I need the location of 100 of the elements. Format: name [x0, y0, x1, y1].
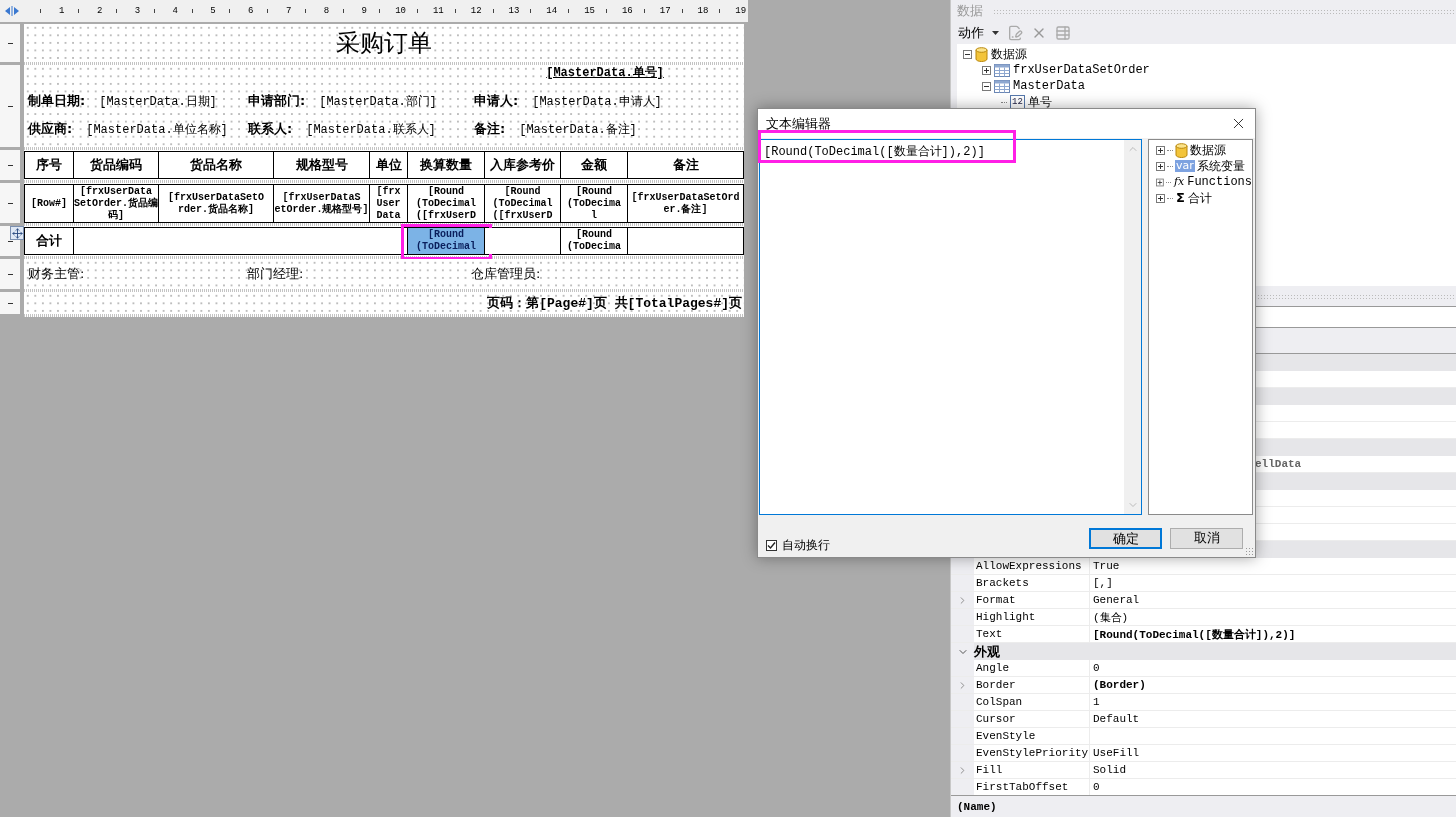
- row-header[interactable]: [951, 745, 974, 761]
- report-band[interactable]: [MasterData.单号] 制单日期: [MasterData.日期] 申请部门: [MasterData.部门] 申请人: [MasterData.申请人] 供应商: [MasterData.单位名称] 联系人: [MasterData.联系人] 备注: [MasterData.备注]: [24, 65, 744, 147]
- expand-icon[interactable]: [1156, 193, 1165, 203]
- ruler-segment: [0, 183, 20, 223]
- description-title: (Name): [957, 800, 997, 813]
- property-value[interactable]: Default: [1090, 711, 1140, 727]
- move-handle-icon[interactable]: [10, 226, 24, 240]
- report-band[interactable]: [24, 183, 744, 223]
- caret-icon[interactable]: [992, 31, 999, 35]
- table-icon: [994, 79, 1010, 93]
- property-value[interactable]: 0: [1090, 779, 1100, 795]
- property-value[interactable]: 1: [1090, 694, 1100, 710]
- table-cell: [frxUserDataSetOrd er.备注]: [628, 185, 743, 222]
- property-value[interactable]: Solid: [1090, 762, 1126, 778]
- report-band[interactable]: 财务主管: 部门经理: 仓库管理员:: [24, 259, 744, 289]
- nav-arrows-icon[interactable]: [4, 6, 20, 16]
- tree-item[interactable]: MasterData: [1013, 79, 1085, 93]
- resize-grip-icon[interactable]: [1245, 547, 1253, 555]
- table-icon[interactable]: [1055, 25, 1071, 41]
- signature-label: 仓库管理员:: [470, 265, 541, 283]
- row-header[interactable]: [951, 779, 974, 795]
- field-label: 申请人:: [474, 92, 519, 110]
- collapse-icon[interactable]: [963, 49, 972, 59]
- category-row[interactable]: 外观: [951, 643, 1456, 660]
- table-cell[interactable]: 合计: [25, 228, 73, 254]
- tree-item[interactable]: 单号: [1027, 93, 1052, 111]
- tree-item[interactable]: 合计: [1187, 189, 1212, 207]
- row-header[interactable]: [951, 677, 974, 693]
- selected-cell[interactable]: [Round (ToDecimal: [408, 228, 484, 254]
- ruler-number: 12: [470, 6, 482, 16]
- property-value[interactable]: [,]: [1090, 575, 1113, 591]
- property-value[interactable]: True: [1090, 558, 1120, 574]
- dialog-button[interactable]: 确定: [1089, 527, 1162, 549]
- tree-item[interactable]: frxUserDataSetOrder: [1013, 63, 1150, 77]
- property-value[interactable]: (Border): [1090, 677, 1146, 693]
- field-label: 联系人:: [248, 120, 293, 138]
- property-name: Border: [974, 677, 1090, 693]
- row-header[interactable]: [951, 592, 974, 608]
- property-name: FirstTabOffset: [974, 779, 1090, 795]
- row-header[interactable]: [951, 711, 974, 727]
- expand-icon[interactable]: [1156, 161, 1165, 171]
- expand-icon[interactable]: [982, 65, 991, 75]
- row-header[interactable]: [951, 609, 974, 625]
- database-icon: [1175, 142, 1188, 158]
- edit-icon[interactable]: [1007, 25, 1023, 41]
- connector-line: [1167, 149, 1173, 151]
- dialog-button[interactable]: 取消: [1170, 527, 1243, 549]
- row-header[interactable]: [951, 575, 974, 591]
- collapse-icon[interactable]: [982, 81, 991, 91]
- panel-title: 数据: [957, 2, 983, 20]
- table-cell: [Round (ToDecimal ([frxUserD: [408, 185, 484, 222]
- ruler-segment: [0, 150, 20, 180]
- actions-menu[interactable]: 动作: [958, 24, 984, 42]
- row-header[interactable]: [951, 660, 974, 676]
- report-band[interactable]: 序号 货品编码 货品名称 规格型号 单位 换算数量 入库参考价 金额 备注: [24, 150, 744, 180]
- text-editor[interactable]: [Round(ToDecimal([数量合计]),2)]: [759, 139, 1142, 515]
- tree-item[interactable]: 数据源: [1190, 141, 1226, 159]
- row-header[interactable]: [951, 728, 974, 744]
- scrollbar[interactable]: [1124, 140, 1141, 514]
- ruler-number: 10: [395, 6, 406, 16]
- property-name: EvenStylePriority: [974, 745, 1090, 761]
- ruler-number: 5: [209, 6, 217, 16]
- table-cell: [frxUserDataSetO rder.货品名称]: [159, 185, 273, 222]
- property-value[interactable]: (集合): [1090, 609, 1129, 625]
- row-header[interactable]: [951, 694, 974, 710]
- tree-item[interactable]: Functions: [1187, 175, 1252, 189]
- property-value[interactable]: 0: [1090, 660, 1100, 676]
- column-header: 货品编码: [74, 152, 158, 178]
- table-cell[interactable]: [485, 228, 560, 254]
- table-cell[interactable]: [74, 228, 407, 254]
- checkbox[interactable]: [766, 539, 777, 551]
- expand-icon[interactable]: [1156, 177, 1164, 187]
- ruler-number: 14: [546, 6, 558, 16]
- tree-item[interactable]: 系统变量: [1196, 157, 1245, 175]
- ruler-number: 19: [735, 6, 747, 16]
- row-header[interactable]: [951, 643, 974, 660]
- row-header[interactable]: [951, 762, 974, 778]
- ruler-number: 13: [508, 6, 520, 16]
- report-band[interactable]: 采购订单: [24, 24, 744, 62]
- property-value[interactable]: [Round(ToDecimal([数量合计]),2)]: [1090, 626, 1296, 642]
- variable-icon: var: [1175, 160, 1195, 172]
- field-value: [MasterData.部门]: [319, 93, 437, 110]
- row-header[interactable]: [951, 626, 974, 642]
- row-header[interactable]: [951, 558, 974, 574]
- expand-icon[interactable]: [1156, 145, 1165, 155]
- ruler-segment: [0, 24, 20, 62]
- ruler-number: 1: [58, 6, 66, 16]
- report-band[interactable]: 合计 [Round (ToDecimal [Round (ToDecima: [24, 226, 744, 256]
- table-cell[interactable]: [628, 228, 743, 254]
- ruler-number: 9: [360, 6, 368, 16]
- connector-line: [1165, 181, 1171, 183]
- report-band[interactable]: 页码：第[Page#]页 共[TotalPages#]页: [24, 292, 744, 314]
- property-name: Text: [974, 626, 1090, 642]
- table-cell[interactable]: [Round (ToDecima: [561, 228, 627, 254]
- field-label: 备注:: [474, 120, 506, 138]
- property-value[interactable]: UseFill: [1090, 745, 1140, 761]
- table-cell: [frx User Data: [370, 185, 407, 222]
- property-value[interactable]: General: [1090, 592, 1140, 608]
- ruler-number: 6: [247, 6, 255, 16]
- tree-item[interactable]: 数据源: [991, 45, 1027, 63]
